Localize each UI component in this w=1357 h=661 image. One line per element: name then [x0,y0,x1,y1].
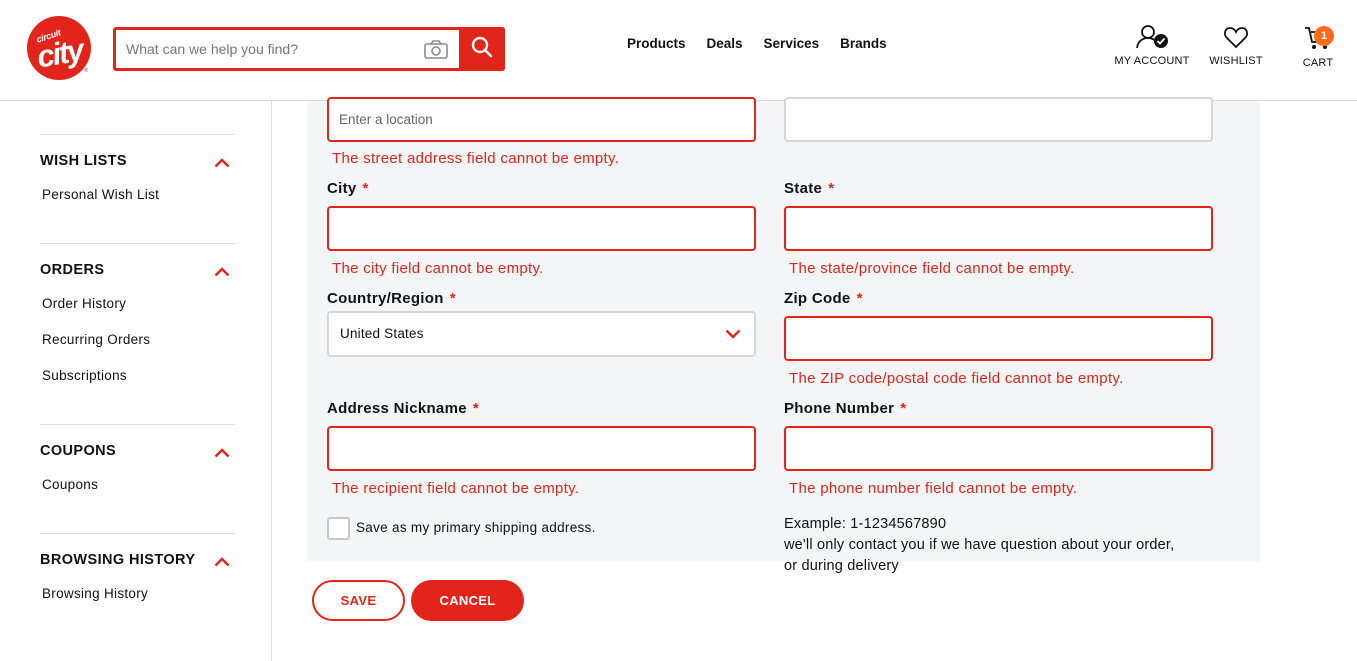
registered-mark: ® [84,68,88,74]
city-field[interactable] [327,206,756,251]
phone-contact-note: we'll only contact you if we have questi… [784,537,1175,553]
phone-contact-note-cont: or during delivery [784,558,899,574]
wishlist-label: WISHLIST [1209,55,1263,67]
sidebar-item-coupons[interactable]: Coupons [42,477,98,492]
sidebar-title-coupons: COUPONS [40,443,117,459]
primary-address-checkbox[interactable] [327,517,350,540]
address-line-2-input[interactable] [786,99,1211,140]
country-label: Country/Region * [327,290,456,307]
sidebar-section-browsing-history: BROWSING HISTORY Browsing History [40,533,235,633]
phone-number-input[interactable] [786,428,1211,469]
phone-number-error: The phone number field cannot be empty. [789,480,1078,497]
camera-icon[interactable] [423,39,449,59]
search-input[interactable] [116,30,416,68]
wishlist-link[interactable]: WISHLIST [1204,24,1268,67]
address-nickname-field[interactable] [327,426,756,471]
logo-big-text: city [34,32,86,75]
phone-number-label: Phone Number * [784,400,907,417]
chevron-up-icon[interactable] [214,445,230,458]
city-input[interactable] [329,208,754,249]
my-account-label: MY ACCOUNT [1114,55,1190,67]
search-button[interactable] [459,27,505,71]
phone-example-text: Example: 1-1234567890 [784,516,947,532]
state-input[interactable] [786,208,1211,249]
address-line-2-field[interactable] [784,97,1213,142]
cart-label: CART [1302,57,1334,69]
sidebar-section-orders: ORDERS Order History Recurring Orders Su… [40,243,235,424]
search-icon [471,36,493,63]
street-address-error: The street address field cannot be empty… [332,150,620,167]
zip-code-field[interactable] [784,316,1213,361]
circuit-city-logo[interactable]: circuit city ® [27,16,91,80]
state-field[interactable] [784,206,1213,251]
primary-address-checkbox-label[interactable]: Save as my primary shipping address. [356,520,596,535]
heart-icon [1223,27,1249,54]
cart-count-badge: 1 [1314,26,1334,46]
cancel-button[interactable]: CANCEL [411,580,524,621]
country-select[interactable]: United States [327,311,756,357]
chevron-up-icon[interactable] [214,554,230,567]
sidebar-item-subscriptions[interactable]: Subscriptions [42,368,127,383]
street-address-field[interactable] [327,97,756,142]
zip-code-input[interactable] [786,318,1211,359]
my-account-link[interactable]: MY ACCOUNT [1112,24,1192,67]
account-icon [1134,25,1170,54]
chevron-up-icon[interactable] [214,155,230,168]
nav-products[interactable]: Products [627,36,686,51]
address-nickname-label: Address Nickname * [327,400,479,417]
street-address-input[interactable] [329,99,754,140]
sidebar-section-wish-lists: WISH LISTS Personal Wish List [40,134,235,243]
address-nickname-input[interactable] [329,428,754,469]
city-label: City * [327,180,369,197]
nav-deals[interactable]: Deals [707,36,743,51]
nav-services[interactable]: Services [764,36,820,51]
city-error: The city field cannot be empty. [332,260,544,277]
chevron-up-icon[interactable] [214,264,230,277]
address-nickname-error: The recipient field cannot be empty. [332,480,580,497]
chevron-down-icon [725,327,741,339]
nav-brands[interactable]: Brands [840,36,887,51]
save-button[interactable]: SAVE [312,580,405,621]
state-error: The state/province field cannot be empty… [789,260,1075,277]
site-header: circuit city ® Products Deals Services B… [0,0,1357,101]
main-nav: Products Deals Services Brands [627,36,887,51]
country-selected-value: United States [340,326,424,341]
sidebar-title-browsing-history: BROWSING HISTORY [40,552,196,568]
sidebar-item-order-history[interactable]: Order History [42,296,126,311]
sidebar-title-wish-lists: WISH LISTS [40,153,127,169]
phone-number-field[interactable] [784,426,1213,471]
search-bar [113,27,505,71]
sidebar-item-personal-wish-list[interactable]: Personal Wish List [42,187,159,202]
zip-code-error: The ZIP code/postal code field cannot be… [789,370,1124,387]
sidebar-item-browsing-history[interactable]: Browsing History [42,586,148,601]
zip-label: Zip Code * [784,290,863,307]
state-label: State * [784,180,835,197]
sidebar-item-recurring-orders[interactable]: Recurring Orders [42,332,150,347]
sidebar-title-orders: ORDERS [40,262,105,278]
sidebar-section-coupons: COUPONS Coupons [40,424,235,533]
account-sidebar: WISH LISTS Personal Wish List ORDERS Ord… [0,101,272,661]
